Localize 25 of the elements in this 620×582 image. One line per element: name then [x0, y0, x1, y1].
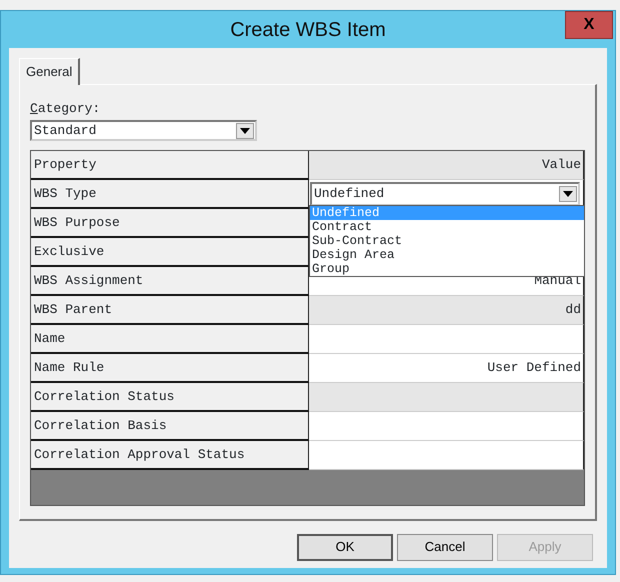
property-cell: Name Rule — [31, 354, 309, 383]
dropdown-option[interactable]: Sub-Contract — [310, 234, 584, 248]
property-cell: Correlation Basis — [31, 412, 309, 441]
property-cell: Name — [31, 325, 309, 354]
property-cell: WBS Type — [31, 180, 309, 209]
value-cell: User Defined — [309, 354, 584, 383]
dialog-button[interactable]: Cancel — [397, 534, 493, 560]
dialog-button[interactable]: OK — [297, 534, 393, 560]
property-cell: Correlation Status — [31, 383, 309, 412]
property-cell: WBS Purpose — [31, 209, 309, 238]
dropdown-option[interactable]: Design Area — [310, 248, 584, 262]
value-cell: dd — [309, 296, 584, 325]
property-cell: Correlation Approval Status — [31, 441, 309, 470]
category-label: Category: — [30, 100, 100, 116]
property-cell: Exclusive — [31, 238, 309, 267]
dropdown-option[interactable]: Contract — [310, 220, 584, 234]
close-button[interactable]: X — [565, 11, 613, 39]
column-header: Value — [309, 151, 584, 180]
value-dropdown[interactable]: Undefined — [310, 182, 580, 206]
property-cell: WBS Assignment — [31, 267, 309, 296]
window-title: Create WBS Item — [230, 18, 386, 42]
category-dropdown[interactable]: Standard — [30, 120, 257, 141]
tab[interactable]: General — [19, 58, 80, 84]
column-header: Property — [31, 151, 309, 180]
property-cell: WBS Parent — [31, 296, 309, 325]
